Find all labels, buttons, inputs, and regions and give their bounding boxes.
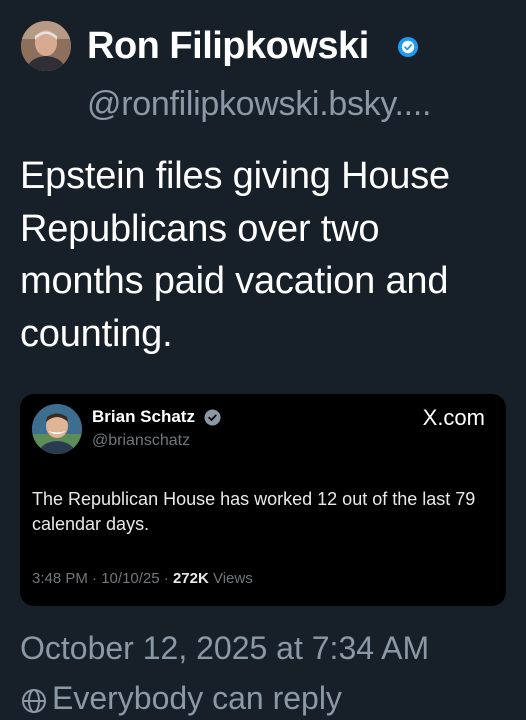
quoted-author-avatar[interactable] [32, 404, 82, 454]
quoted-author-name[interactable]: Brian Schatz [92, 406, 195, 428]
author-handle[interactable]: @ronfilipkowski.bsky.... [87, 82, 431, 126]
reply-setting-label: Everybody can reply [52, 680, 342, 716]
author-name[interactable]: Ron Filipkowski [87, 22, 369, 70]
verified-badge-icon [398, 37, 418, 57]
views-count: 272K [172, 570, 209, 587]
post-timestamp[interactable]: October 12, 2025 at 7:34 AM [20, 626, 429, 670]
quoted-post-meta: 3:48 PM · 10/10/25 · 272K Views [32, 569, 253, 589]
meta-separator: · [163, 570, 169, 587]
post: Ron Filipkowski @ronfilipkowski.bsky....… [0, 0, 526, 716]
quoted-post-text: The Republican House has worked 12 out o… [32, 489, 476, 534]
quoted-post-date[interactable]: 10/10/25 [101, 570, 159, 587]
views-label: Views [212, 570, 253, 587]
author-avatar[interactable] [21, 21, 71, 71]
quoted-post-time[interactable]: 3:48 PM [32, 570, 88, 587]
post-text: Epstein files giving House Republicans o… [20, 155, 450, 355]
globe-icon [22, 688, 46, 713]
quoted-post-card[interactable]: Brian Schatz @brianschatz X.com The Repu… [20, 394, 506, 606]
quoted-author-handle[interactable]: @brianschatz [92, 431, 190, 451]
verified-badge-icon [204, 409, 221, 426]
reply-setting: Everybody can reply [20, 676, 342, 720]
source-brand-label[interactable]: X.com [423, 404, 485, 432]
meta-separator: · [92, 570, 98, 587]
person-avatar-icon [21, 21, 71, 71]
person-avatar-icon [32, 404, 82, 454]
